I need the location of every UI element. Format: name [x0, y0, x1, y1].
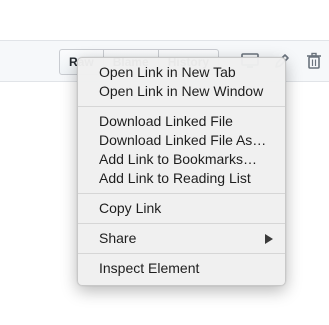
chevron-right-icon: [265, 234, 273, 244]
link-context-menu: Open Link in New Tab Open Link in New Wi…: [77, 57, 286, 286]
menu-item-download-linked-file[interactable]: Download Linked File: [78, 112, 285, 131]
menu-item-copy-link[interactable]: Copy Link: [78, 199, 285, 218]
menu-separator: [78, 223, 285, 224]
menu-separator: [78, 193, 285, 194]
menu-item-inspect-element[interactable]: Inspect Element: [78, 259, 285, 278]
menu-separator: [78, 253, 285, 254]
menu-item-open-new-tab[interactable]: Open Link in New Tab: [78, 63, 285, 82]
menu-item-open-new-window[interactable]: Open Link in New Window: [78, 82, 285, 101]
menu-item-add-to-bookmarks[interactable]: Add Link to Bookmarks…: [78, 150, 285, 169]
menu-separator: [78, 106, 285, 107]
menu-item-add-to-reading-list[interactable]: Add Link to Reading List: [78, 169, 285, 188]
menu-item-share[interactable]: Share: [78, 229, 285, 248]
menu-item-download-linked-file-as[interactable]: Download Linked File As…: [78, 131, 285, 150]
page: Raw Blame History Open Link in New Tab O…: [0, 0, 329, 325]
trash-icon[interactable]: [304, 51, 324, 71]
menu-item-share-label: Share: [99, 230, 137, 246]
